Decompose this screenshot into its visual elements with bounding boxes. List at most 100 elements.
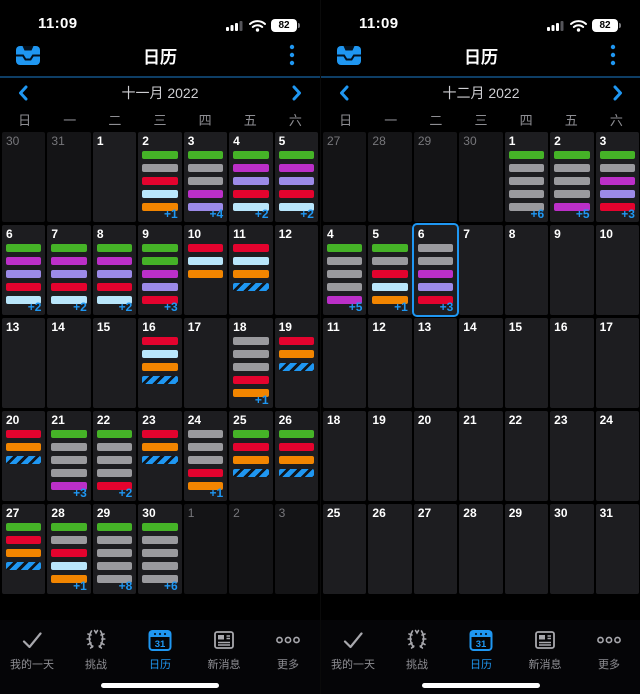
activity-bar-gray	[96, 562, 133, 570]
day-cell[interactable]: 29	[504, 504, 549, 594]
overflow-menu-icon[interactable]	[599, 41, 627, 69]
day-cell[interactable]: 18 +1	[229, 318, 273, 408]
day-cell[interactable]: 10	[183, 225, 228, 315]
activity-bar-gray	[142, 549, 178, 557]
day-cell[interactable]: 2 +5	[550, 132, 594, 222]
day-cell[interactable]: 5 +1	[368, 225, 412, 315]
day-cell[interactable]: 31	[47, 132, 91, 222]
day-cell[interactable]: 13	[2, 318, 46, 408]
day-cell[interactable]: 8	[504, 225, 549, 315]
day-cell[interactable]: 1	[92, 132, 137, 222]
day-cell[interactable]: 9	[550, 225, 594, 315]
tab-calendar[interactable]: 31 日历	[450, 627, 512, 672]
day-cell[interactable]: 7	[459, 225, 503, 315]
home-indicator[interactable]	[422, 683, 540, 688]
day-cell[interactable]: 21 +3	[47, 411, 91, 501]
day-cell[interactable]: 16	[550, 318, 594, 408]
tab-my-day[interactable]: 我的一天	[1, 627, 63, 672]
day-cell[interactable]: 2 +1	[138, 132, 182, 222]
day-cell[interactable]: 25	[323, 504, 367, 594]
day-cell[interactable]: 3 +3	[595, 132, 639, 222]
day-cell[interactable]: 17	[595, 318, 639, 408]
day-cell[interactable]: 22 +2	[92, 411, 137, 501]
tab-challenges[interactable]: 挑战	[386, 627, 448, 672]
day-cell[interactable]: 23	[550, 411, 594, 501]
day-cell[interactable]: 14	[47, 318, 91, 408]
day-cell[interactable]: 27	[2, 504, 46, 594]
day-cell[interactable]: 4 +5	[323, 225, 367, 315]
day-cell[interactable]: 23	[138, 411, 182, 501]
activity-bar-magenta	[142, 270, 178, 278]
day-cell[interactable]: 11	[323, 318, 367, 408]
device-inbox-icon[interactable]	[335, 41, 363, 69]
day-cell[interactable]: 27	[413, 504, 458, 594]
day-cell[interactable]: 16	[138, 318, 182, 408]
day-cell[interactable]: 26	[274, 411, 318, 501]
day-cell[interactable]: 26	[368, 504, 412, 594]
day-cell[interactable]: 17	[183, 318, 228, 408]
next-month-button[interactable]	[286, 82, 308, 104]
day-cell[interactable]: 15	[504, 318, 549, 408]
day-cell[interactable]: 21	[459, 411, 503, 501]
day-cell[interactable]: 13	[413, 318, 458, 408]
day-cell[interactable]: 30	[550, 504, 594, 594]
day-cell[interactable]: 6 +2	[2, 225, 46, 315]
day-cell[interactable]: 27	[323, 132, 367, 222]
day-cell[interactable]: 12	[368, 318, 412, 408]
day-number: 2	[233, 506, 240, 520]
tab-calendar[interactable]: 31 日历	[129, 627, 191, 672]
tab-news[interactable]: 新消息	[514, 627, 576, 672]
day-cell[interactable]: 28 +1	[47, 504, 91, 594]
day-cell[interactable]: 14	[459, 318, 503, 408]
tab-news[interactable]: 新消息	[193, 627, 255, 672]
day-cell[interactable]: 22	[504, 411, 549, 501]
next-month-button[interactable]	[607, 82, 629, 104]
day-cell[interactable]: 1	[183, 504, 228, 594]
home-indicator[interactable]	[101, 683, 219, 688]
day-cell[interactable]: 12	[274, 225, 318, 315]
day-cell[interactable]: 20	[2, 411, 46, 501]
day-cell[interactable]: 30	[2, 132, 46, 222]
tab-label: 新消息	[528, 659, 562, 671]
day-cell-selected[interactable]: 6 +3	[411, 223, 460, 317]
day-number: 3	[187, 134, 195, 148]
prev-month-button[interactable]	[12, 82, 34, 104]
day-cell[interactable]: 11	[229, 225, 273, 315]
day-cell[interactable]: 3	[274, 504, 318, 594]
tab-challenges[interactable]: 挑战	[65, 627, 127, 672]
day-cell[interactable]: 15	[92, 318, 137, 408]
overflow-menu-icon[interactable]	[278, 41, 306, 69]
day-cell[interactable]: 5 +2	[274, 132, 318, 222]
tab-more[interactable]: 更多	[578, 627, 640, 672]
day-cell[interactable]: 31	[595, 504, 639, 594]
day-cell[interactable]: 2	[229, 504, 273, 594]
day-cell[interactable]: 10	[595, 225, 639, 315]
day-cell[interactable]: 8 +2	[92, 225, 137, 315]
device-inbox-icon[interactable]	[14, 41, 42, 69]
day-cell[interactable]: 18	[323, 411, 367, 501]
day-cell[interactable]: 24	[595, 411, 639, 501]
tab-label: 挑战	[406, 659, 428, 671]
prev-month-button[interactable]	[333, 82, 355, 104]
day-cell[interactable]: 30	[459, 132, 503, 222]
day-cell[interactable]: 25	[229, 411, 273, 501]
day-cell[interactable]: 29 +8	[92, 504, 137, 594]
day-cell[interactable]: 9 +3	[138, 225, 182, 315]
day-cell[interactable]: 1 +6	[504, 132, 549, 222]
day-cell[interactable]: 3 +4	[183, 132, 228, 222]
activity-bar-red	[6, 536, 42, 544]
day-cell[interactable]: 30 +6	[138, 504, 182, 594]
day-cell[interactable]: 28	[368, 132, 412, 222]
activity-bar-green	[142, 523, 178, 531]
day-cell[interactable]: 29	[413, 132, 458, 222]
more-activities-count: +2	[73, 300, 87, 314]
day-cell[interactable]: 19	[274, 318, 318, 408]
day-cell[interactable]: 24 +1	[183, 411, 228, 501]
day-cell[interactable]: 20	[413, 411, 458, 501]
tab-more[interactable]: 更多	[257, 627, 319, 672]
day-cell[interactable]: 19	[368, 411, 412, 501]
day-cell[interactable]: 28	[459, 504, 503, 594]
day-cell[interactable]: 4 +2	[229, 132, 273, 222]
tab-my-day[interactable]: 我的一天	[322, 627, 384, 672]
day-cell[interactable]: 7 +2	[47, 225, 91, 315]
